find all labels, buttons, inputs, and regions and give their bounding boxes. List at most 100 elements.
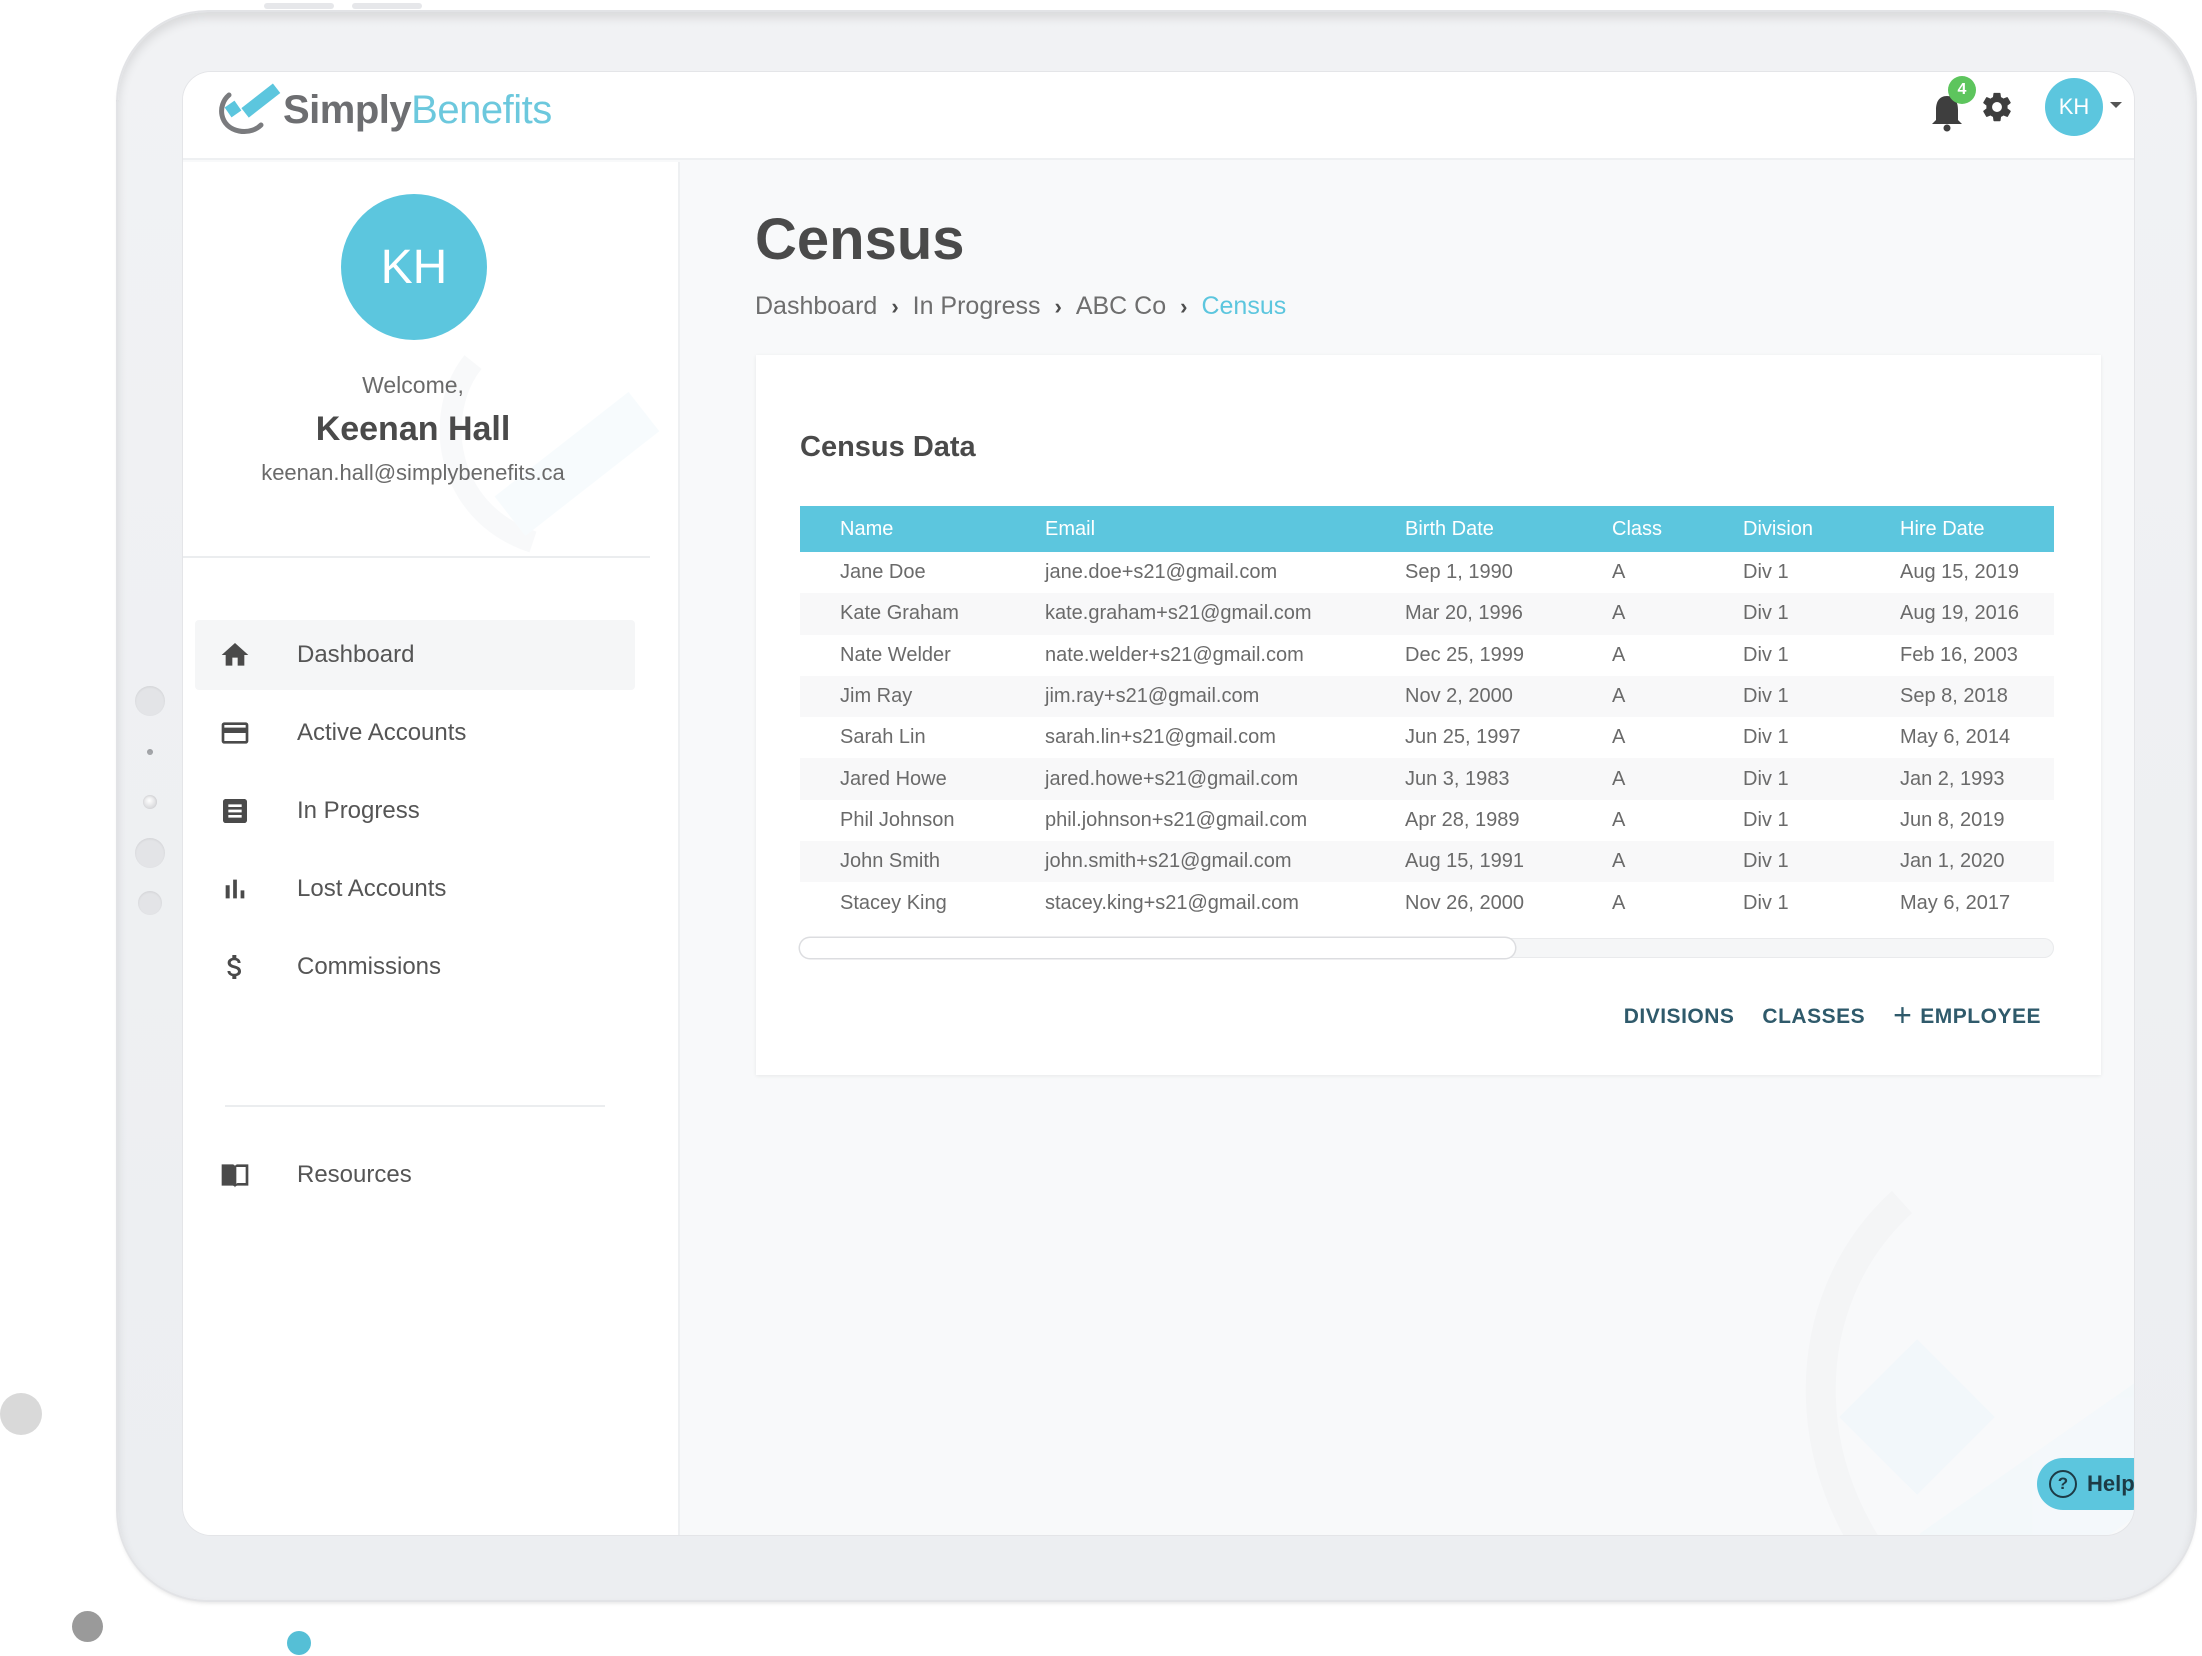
breadcrumb-in-progress[interactable]: In Progress (913, 292, 1041, 321)
breadcrumb-company[interactable]: ABC Co (1076, 292, 1166, 321)
help-button[interactable]: ? Help (2037, 1458, 2134, 1510)
divider (183, 556, 650, 558)
cell-email: sarah.lin+s21@gmail.com (1045, 726, 1276, 749)
cell-hire-date: May 6, 2014 (1900, 726, 2011, 749)
cell-birth-date: Jun 25, 1997 (1405, 726, 1521, 749)
cell-class: A (1612, 685, 1626, 708)
stage: SimplyBenefits 4 KH KH Welcome, Keenan H… (0, 0, 2202, 1656)
add-employee-label: EMPLOYEE (1920, 1005, 2041, 1028)
cell-hire-date: Sep 8, 2018 (1900, 685, 2008, 708)
table-header-row: Name Email Birth Date Class Division Hir… (800, 506, 2054, 552)
column-header-email[interactable]: Email (1005, 506, 1365, 552)
cell-name: Jim Ray (840, 685, 913, 708)
cell-division: Div 1 (1743, 643, 1789, 666)
sidebar-nav: Dashboard Active Accounts In Progress Lo… (195, 620, 635, 1010)
column-header-division[interactable]: Division (1703, 506, 1860, 552)
device-sensor (135, 686, 165, 716)
book-icon (215, 1159, 255, 1191)
sidebar-item-in-progress[interactable]: In Progress (195, 776, 635, 846)
sidebar-item-dashboard[interactable]: Dashboard (195, 620, 635, 690)
card-actions: DIVISIONS CLASSES + EMPLOYEE (1624, 999, 2041, 1031)
column-header-name[interactable]: Name (800, 506, 1005, 552)
table-row[interactable]: Jane Doe jane.doe+s21@gmail.com Sep 1, 199… (800, 552, 2054, 593)
sidebar-item-lost-accounts[interactable]: Lost Accounts (195, 854, 635, 924)
horizontal-scrollbar[interactable] (800, 938, 2054, 958)
bar-chart-icon (215, 873, 255, 905)
sidebar-item-label: Resources (297, 1161, 412, 1188)
device-sensor (135, 838, 165, 868)
breadcrumb-dashboard[interactable]: Dashboard (755, 292, 877, 321)
table-body: Jane Doe jane.doe+s21@gmail.com Sep 1, 199… (800, 552, 2054, 924)
user-avatar-menu[interactable]: KH (2045, 78, 2103, 136)
device-sensor (138, 891, 162, 915)
cell-division: Div 1 (1743, 685, 1789, 708)
brand-name: SimplyBenefits (283, 88, 552, 133)
divisions-button[interactable]: DIVISIONS (1624, 1005, 1735, 1029)
sidebar-item-label: In Progress (297, 797, 420, 824)
census-table: Name Email Birth Date Class Division Hir… (800, 506, 2054, 924)
profile-name: Keenan Hall (315, 410, 511, 448)
sidebar-item-active-accounts[interactable]: Active Accounts (195, 698, 635, 768)
decorative-dot (72, 1611, 103, 1642)
decorative-dot (287, 1631, 311, 1655)
cell-name: Stacey King (840, 891, 947, 914)
table-row[interactable]: Stacey King stacey.king+s21@gmail.com Nov … (800, 882, 2054, 923)
cell-class: A (1612, 891, 1626, 914)
column-header-birth-date[interactable]: Birth Date (1365, 506, 1572, 552)
table-row[interactable]: Phil Johnson phil.johnson+s21@gmail.com Ap… (800, 800, 2054, 841)
sidebar-item-label: Active Accounts (297, 719, 467, 746)
cell-division: Div 1 (1743, 808, 1789, 831)
brand-secondary: Benefits (411, 87, 552, 132)
sidebar-item-commissions[interactable]: Commissions (195, 932, 635, 1002)
cell-email: nate.welder+s21@gmail.com (1045, 643, 1304, 666)
cell-division: Div 1 (1743, 602, 1789, 625)
divider (225, 1105, 605, 1107)
add-employee-button[interactable]: + EMPLOYEE (1893, 999, 2041, 1031)
cell-hire-date: Aug 19, 2016 (1900, 602, 2019, 625)
logo[interactable]: SimplyBenefits (215, 80, 552, 140)
profile-avatar: KH (341, 194, 487, 340)
cell-email: kate.graham+s21@gmail.com (1045, 602, 1312, 625)
caret-down-icon[interactable] (2110, 102, 2122, 108)
cell-hire-date: Jun 8, 2019 (1900, 808, 2005, 831)
page-title: Census (755, 207, 965, 272)
column-header-hire-date[interactable]: Hire Date (1860, 506, 2054, 552)
census-card: Census Data Name Email Birth Date Class … (756, 355, 2101, 1075)
cell-birth-date: Aug 15, 1991 (1405, 850, 1524, 873)
brand-primary: Simply (283, 87, 412, 132)
list-document-icon (215, 795, 255, 827)
census-table-container: Name Email Birth Date Class Division Hir… (800, 506, 2054, 924)
profile-email: keenan.hall@simplybenefits.ca (261, 460, 565, 485)
breadcrumb-current: Census (1201, 292, 1287, 320)
cell-name: Sarah Lin (840, 726, 926, 749)
gear-icon[interactable] (1980, 90, 2014, 124)
cell-birth-date: Dec 25, 1999 (1405, 643, 1524, 666)
cell-class: A (1612, 602, 1626, 625)
device-button (352, 3, 422, 9)
cell-class: A (1612, 850, 1626, 873)
scrollbar-thumb[interactable] (800, 938, 1515, 958)
table-row[interactable]: Sarah Lin sarah.lin+s21@gmail.com Jun 25, … (800, 717, 2054, 758)
notification-badge: 4 (1948, 76, 1976, 104)
table-row[interactable]: Jim Ray jim.ray+s21@gmail.com Nov 2, 2000 A… (800, 675, 2054, 718)
cell-hire-date: Jan 2, 1993 (1900, 767, 2005, 790)
table-row[interactable]: Nate Welder nate.welder+s21@gmail.com Dec … (800, 635, 2054, 676)
sidebar-item-label: Commissions (297, 953, 442, 980)
cell-class: A (1612, 767, 1626, 790)
classes-button[interactable]: CLASSES (1762, 1005, 1865, 1029)
watermark-logo (439, 355, 660, 553)
cell-division: Div 1 (1743, 891, 1789, 914)
table-row[interactable]: John Smith john.smith+s21@gmail.com Aug 15… (800, 841, 2054, 883)
cell-birth-date: Jun 3, 1983 (1405, 767, 1510, 790)
dollar-icon (215, 951, 255, 983)
table-row[interactable]: Kate Graham kate.graham+s21@gmail.com Mar … (800, 593, 2054, 635)
device-camera (143, 795, 157, 809)
cell-birth-date: Apr 28, 1989 (1405, 808, 1520, 831)
device-sensor (147, 749, 153, 755)
column-header-class[interactable]: Class (1572, 506, 1703, 552)
chevron-right-icon: › (1054, 293, 1062, 319)
cell-email: jim.ray+s21@gmail.com (1045, 685, 1260, 708)
top-bar: SimplyBenefits 4 KH (183, 72, 2134, 160)
sidebar-item-resources[interactable]: Resources (195, 1140, 635, 1210)
table-row[interactable]: Jared Howe jared.howe+s21@gmail.com Jun 3,… (800, 758, 2054, 800)
